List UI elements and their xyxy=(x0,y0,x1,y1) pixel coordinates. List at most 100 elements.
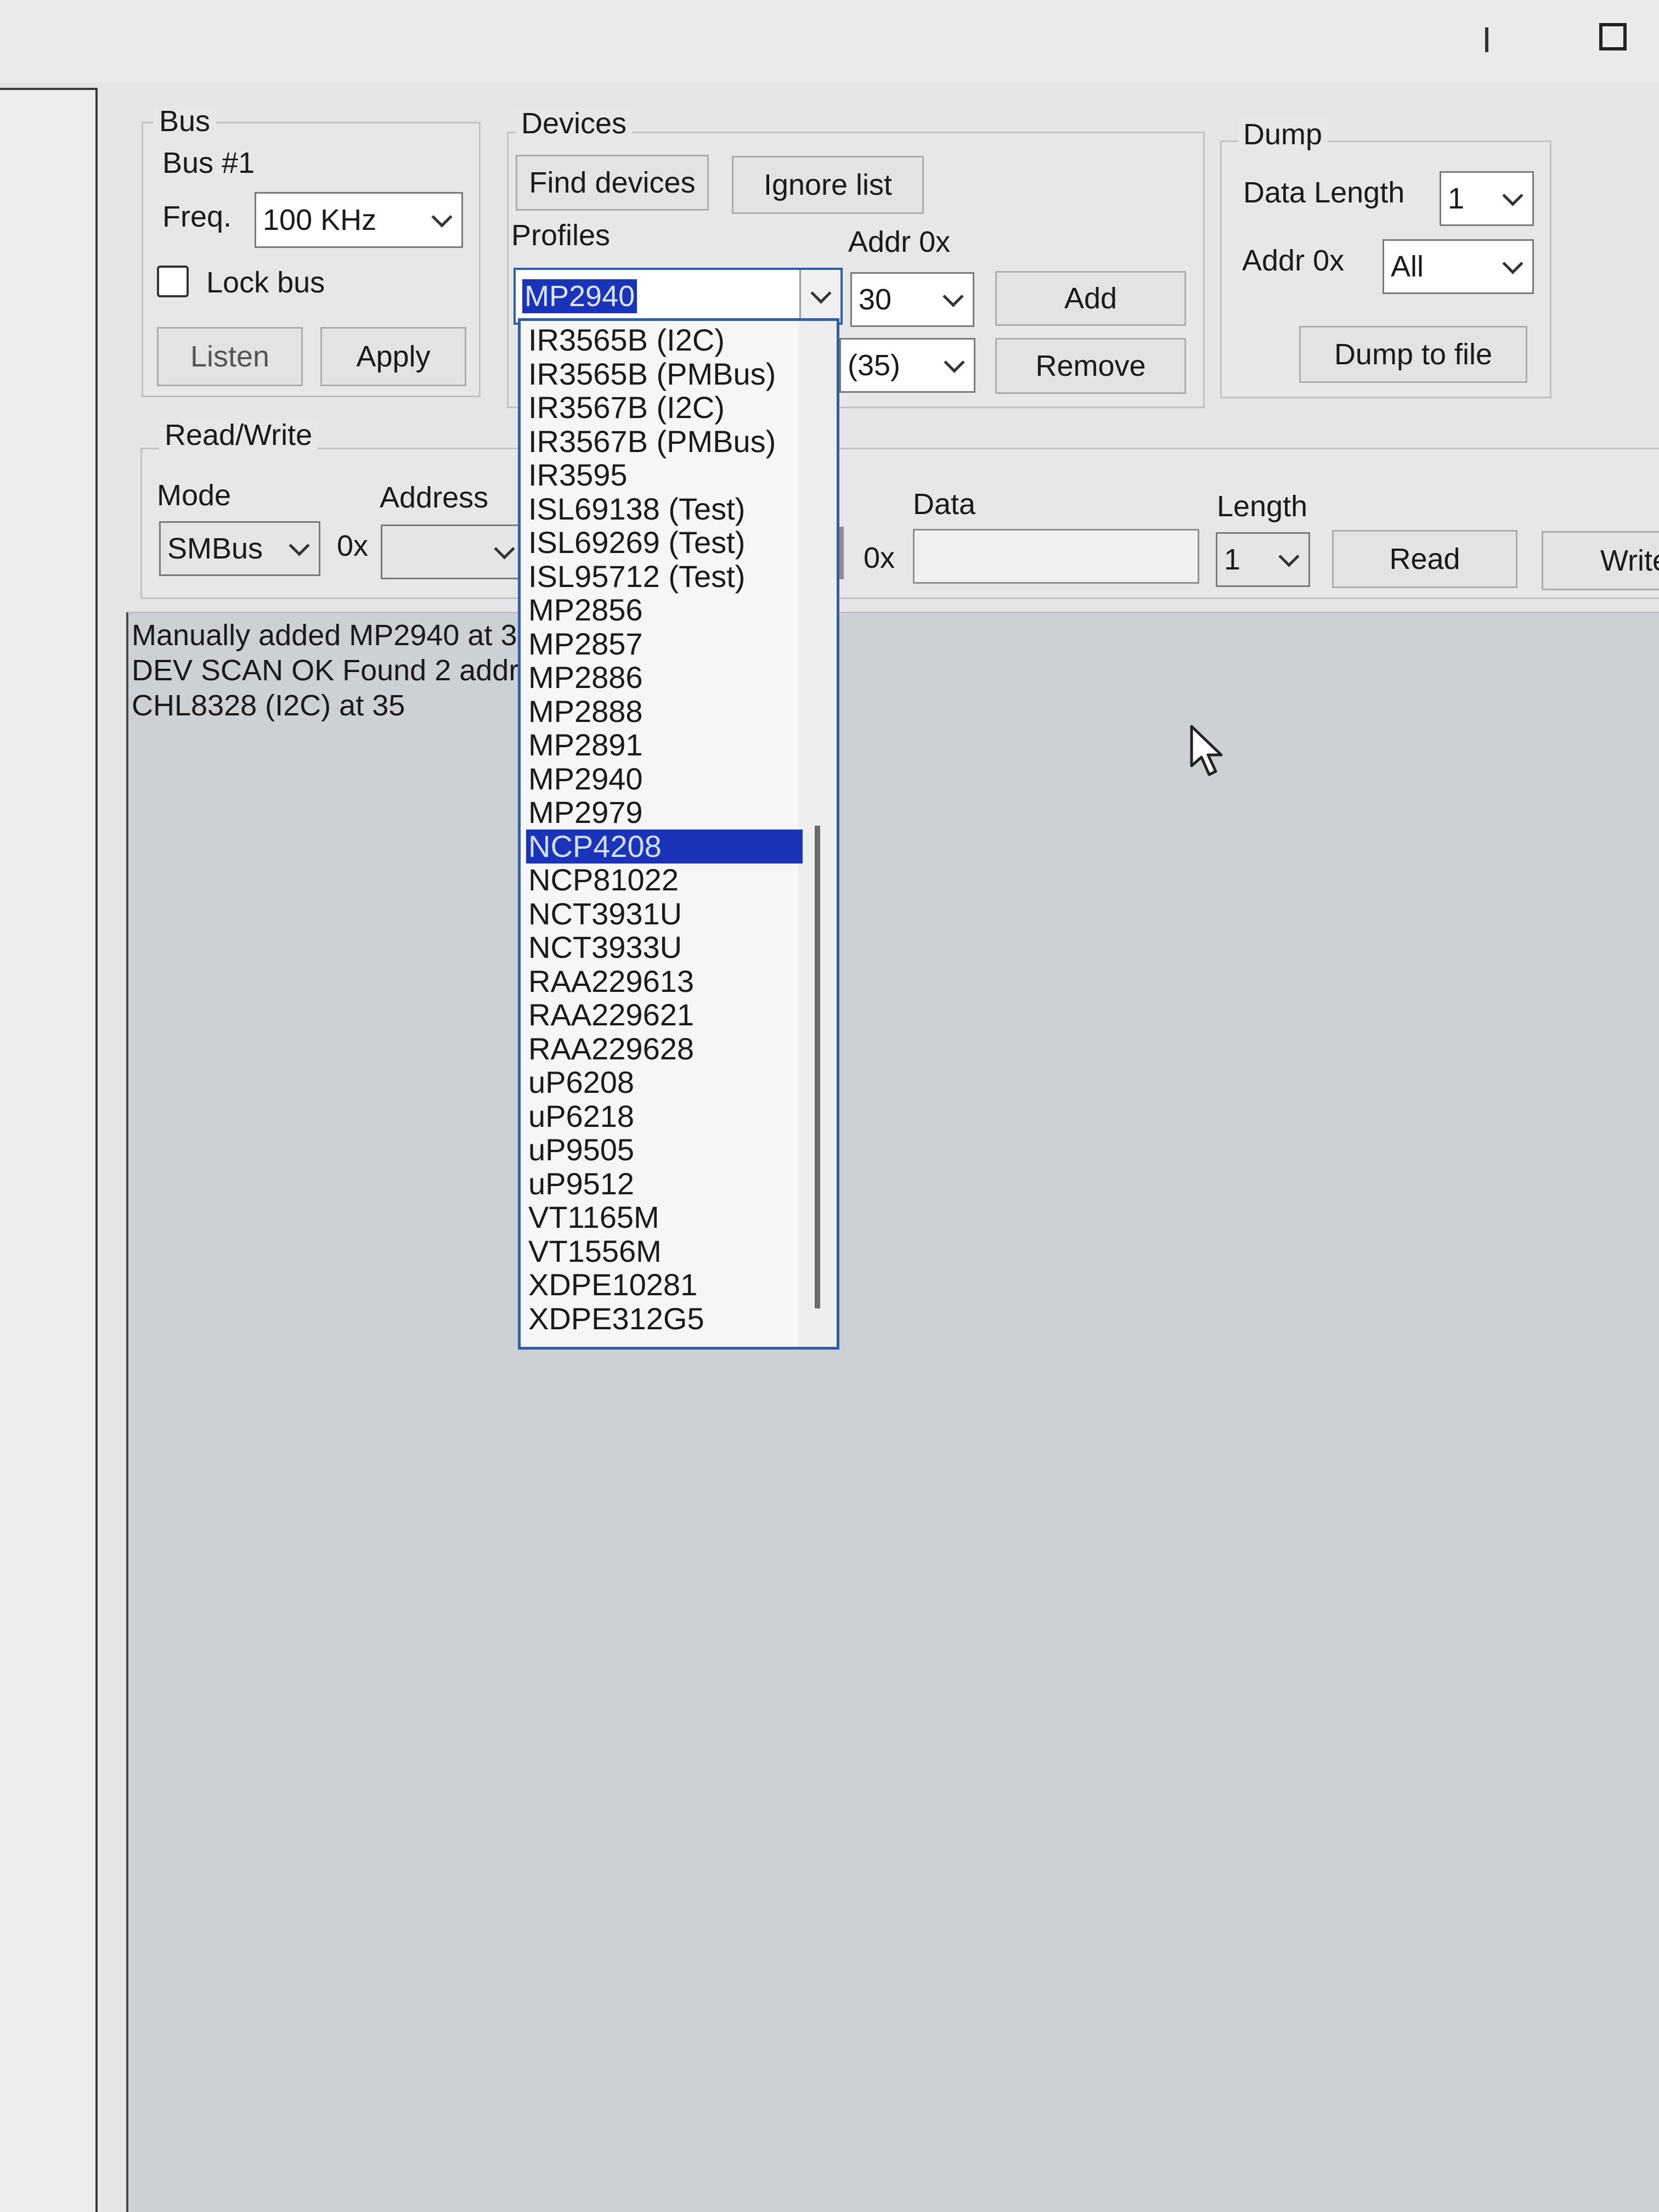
log-output[interactable] xyxy=(126,612,1659,2212)
data-length-value: 1 xyxy=(1448,182,1465,215)
dropdown-item[interactable]: NCP81022 xyxy=(526,863,803,897)
profile-select[interactable]: MP2940 xyxy=(514,268,843,325)
chevron-down-icon xyxy=(289,535,310,556)
data-label: Data xyxy=(913,488,976,521)
apply-label: Apply xyxy=(356,340,431,373)
length-select[interactable]: 1 xyxy=(1216,532,1310,587)
dropdown-item[interactable]: XDPE312G5 xyxy=(526,1301,803,1336)
devices-legend: Devices xyxy=(516,107,633,140)
dropdown-item[interactable]: MP2886 xyxy=(526,661,803,695)
add-label: Add xyxy=(1064,282,1118,315)
dropdown-item[interactable]: IR3595 xyxy=(526,458,803,492)
dropdown-item[interactable]: MP2856 xyxy=(526,593,803,627)
readwrite-legend: Read/Write xyxy=(159,419,318,452)
dropdown-item[interactable]: RAA229613 xyxy=(526,964,803,998)
address-select[interactable] xyxy=(381,524,526,579)
data-length-select[interactable]: 1 xyxy=(1440,171,1534,226)
devices-addr-label: Addr 0x xyxy=(848,225,951,258)
addr-value: 30 xyxy=(859,283,892,316)
chevron-down-icon xyxy=(431,206,453,228)
dropdown-item[interactable]: uP9505 xyxy=(526,1133,803,1167)
dump-addr-select[interactable]: All xyxy=(1383,239,1534,294)
dropdown-item[interactable]: ISL69269 (Test) xyxy=(526,526,803,560)
dropdown-item[interactable]: MP2940 xyxy=(526,761,803,796)
profiles-label: Profiles xyxy=(511,219,611,252)
read-button[interactable]: Read xyxy=(1332,530,1517,588)
length-value: 1 xyxy=(1224,543,1241,576)
mouse-cursor-icon xyxy=(1189,724,1228,779)
dropdown-item[interactable]: IR3565B (PMBus) xyxy=(526,357,803,391)
address-prefix: 0x xyxy=(337,529,369,562)
chevron-down-icon xyxy=(944,352,965,373)
dump-legend: Dump xyxy=(1238,118,1328,151)
profile-value: MP2940 xyxy=(522,279,637,313)
log-line: Manually added MP2940 at 30 xyxy=(132,619,534,652)
dropdown-item[interactable]: VT1165M xyxy=(526,1200,803,1234)
dropdown-item[interactable]: IR3565B (I2C) xyxy=(526,323,803,357)
data-input[interactable] xyxy=(913,529,1199,584)
dump-to-file-button[interactable]: Dump to file xyxy=(1299,326,1527,383)
chevron-down-icon xyxy=(943,286,964,307)
dropdown-item[interactable]: uP6208 xyxy=(526,1065,803,1099)
dropdown-item[interactable]: MP2891 xyxy=(526,728,803,762)
device-addr-select[interactable]: (35) xyxy=(839,338,975,393)
add-button[interactable]: Add xyxy=(995,271,1186,326)
dropdown-item[interactable]: NCP4208 xyxy=(526,829,803,864)
dropdown-item[interactable]: MP2857 xyxy=(526,627,803,661)
dropdown-item[interactable]: VT1556M xyxy=(526,1234,803,1268)
addr-select[interactable]: 30 xyxy=(850,272,974,327)
freq-value: 100 KHz xyxy=(263,204,377,236)
mode-label: Mode xyxy=(157,479,232,512)
dropdown-item[interactable]: ISL69138 (Test) xyxy=(526,492,803,526)
find-devices-button[interactable]: Find devices xyxy=(516,155,709,211)
dropdown-scrollbar-thumb[interactable] xyxy=(815,826,820,1308)
dropdown-item[interactable]: MP2979 xyxy=(526,795,803,830)
write-button[interactable]: Write xyxy=(1542,531,1659,590)
title-bar xyxy=(0,0,1659,82)
dump-addr-label: Addr 0x xyxy=(1242,244,1345,277)
dump-to-file-label: Dump to file xyxy=(1334,338,1493,371)
chevron-down-icon xyxy=(1502,253,1523,274)
log-line: CHL8328 (I2C) at 35 xyxy=(132,689,405,722)
dropdown-item[interactable]: ISL95712 (Test) xyxy=(526,559,803,594)
freq-select[interactable]: 100 KHz xyxy=(255,192,463,248)
minimize-icon[interactable] xyxy=(1476,22,1498,55)
profile-dropdown-list[interactable]: IR3565B (I2C) IR3565B (PMBus) IR3567B (I2C… xyxy=(518,318,839,1350)
dump-addr-value: All xyxy=(1391,250,1424,283)
left-pane xyxy=(0,88,98,2212)
data-prefix: 0x xyxy=(864,541,895,574)
listen-button[interactable]: Listen xyxy=(157,327,303,386)
chevron-down-icon xyxy=(494,538,515,560)
bus-legend: Bus xyxy=(154,105,216,138)
remove-button[interactable]: Remove xyxy=(995,338,1186,394)
dropdown-item[interactable]: MP2888 xyxy=(526,694,803,729)
mode-select[interactable]: SMBus xyxy=(159,521,320,576)
profile-dropdown-button[interactable] xyxy=(799,270,840,323)
log-line: DEV SCAN OK Found 2 addre xyxy=(132,654,535,687)
dropdown-item[interactable]: uP9512 xyxy=(526,1166,803,1201)
mode-value: SMBus xyxy=(167,532,263,565)
dropdown-item[interactable]: NCT3931U xyxy=(526,896,803,931)
chevron-down-icon xyxy=(1278,546,1300,567)
log-lines: Manually added MP2940 at 30 DEV SCAN OK … xyxy=(132,618,535,723)
write-label: Write xyxy=(1600,544,1659,577)
dropdown-item[interactable]: RAA229628 xyxy=(526,1031,803,1066)
dropdown-item[interactable]: NCT3933U xyxy=(526,930,803,964)
dropdown-item[interactable]: uP6218 xyxy=(526,1099,803,1133)
ignore-list-button[interactable]: Ignore list xyxy=(732,156,924,214)
dropdown-item[interactable]: RAA229621 xyxy=(526,998,803,1032)
maximize-icon[interactable] xyxy=(1599,23,1627,50)
bus-name: Bus #1 xyxy=(162,146,255,179)
apply-button[interactable]: Apply xyxy=(320,327,466,386)
lock-bus-checkbox[interactable] xyxy=(157,266,189,297)
dropdown-item[interactable]: IR3567B (I2C) xyxy=(526,391,803,425)
freq-label: Freq. xyxy=(162,200,232,233)
address-label: Address xyxy=(380,481,489,514)
chevron-down-icon xyxy=(1502,185,1523,206)
dropdown-item[interactable]: IR3567B (PMBus) xyxy=(526,424,803,459)
lock-bus-label: Lock bus xyxy=(206,266,325,299)
length-label: Length xyxy=(1217,490,1308,523)
data-length-label: Data Length xyxy=(1243,176,1405,209)
listen-label: Listen xyxy=(190,340,270,373)
dropdown-item[interactable]: XDPE10281 xyxy=(526,1268,803,1302)
